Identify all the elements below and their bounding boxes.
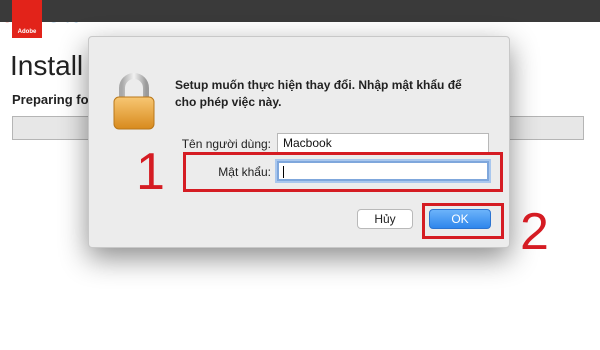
step-2-label: 2 [520,203,549,261]
username-label: Tên người dùng: [181,137,271,151]
adobe-logo-label: Adobe [17,29,37,35]
lock-icon [113,73,155,130]
installer-status-text: Preparing fo [12,92,89,107]
ok-highlight-box [422,203,504,239]
installer-titlebar [0,0,600,22]
cancel-button[interactable]: Hủy [357,209,413,229]
step-1-label: 1 [136,143,165,201]
adobe-logo: Adobe [12,0,42,38]
dialog-message: Setup muốn thực hiện thay đổi. Nhập mật … [175,78,462,109]
password-highlight-box [183,152,503,192]
username-field[interactable] [277,133,489,153]
installer-title: Install [10,50,84,81]
